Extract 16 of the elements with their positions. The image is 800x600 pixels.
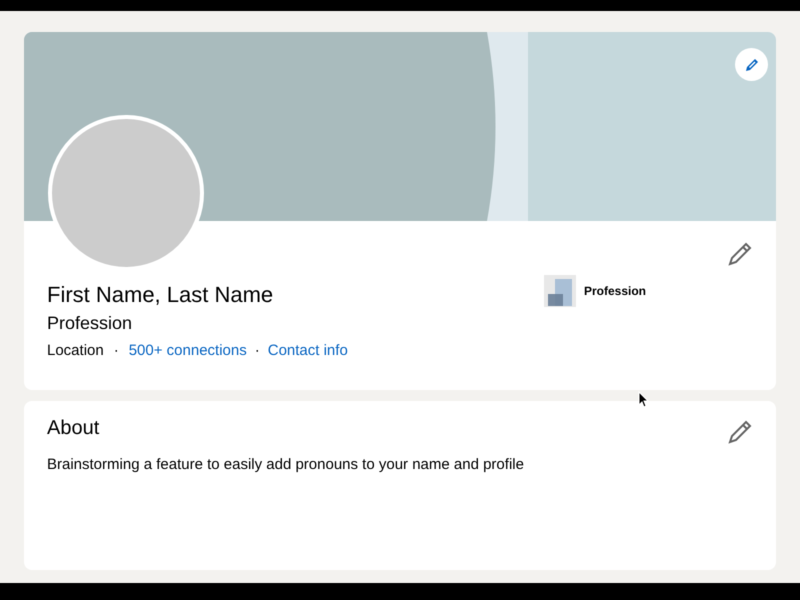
edit-about-button[interactable] [727,419,753,445]
connections-link[interactable]: 500+ connections [128,341,247,361]
company-logo-icon [544,275,576,307]
profile-name: First Name, Last Name [47,281,274,309]
current-position-text: Profession [584,283,646,300]
separator-dot: · [254,341,260,361]
location-text: Location [47,341,104,361]
section-title: About [47,416,100,441]
about-text: Brainstorming a feature to easily add pronouns to your name and profile [47,455,525,475]
edit-intro-button[interactable] [727,241,753,267]
profile-headline: Profession [47,312,134,335]
pencil-icon [728,420,752,444]
pencil-icon [728,242,752,266]
pencil-icon [744,56,760,72]
separator-dot: · [114,341,119,361]
contact-info-link[interactable]: Contact info [268,341,348,361]
